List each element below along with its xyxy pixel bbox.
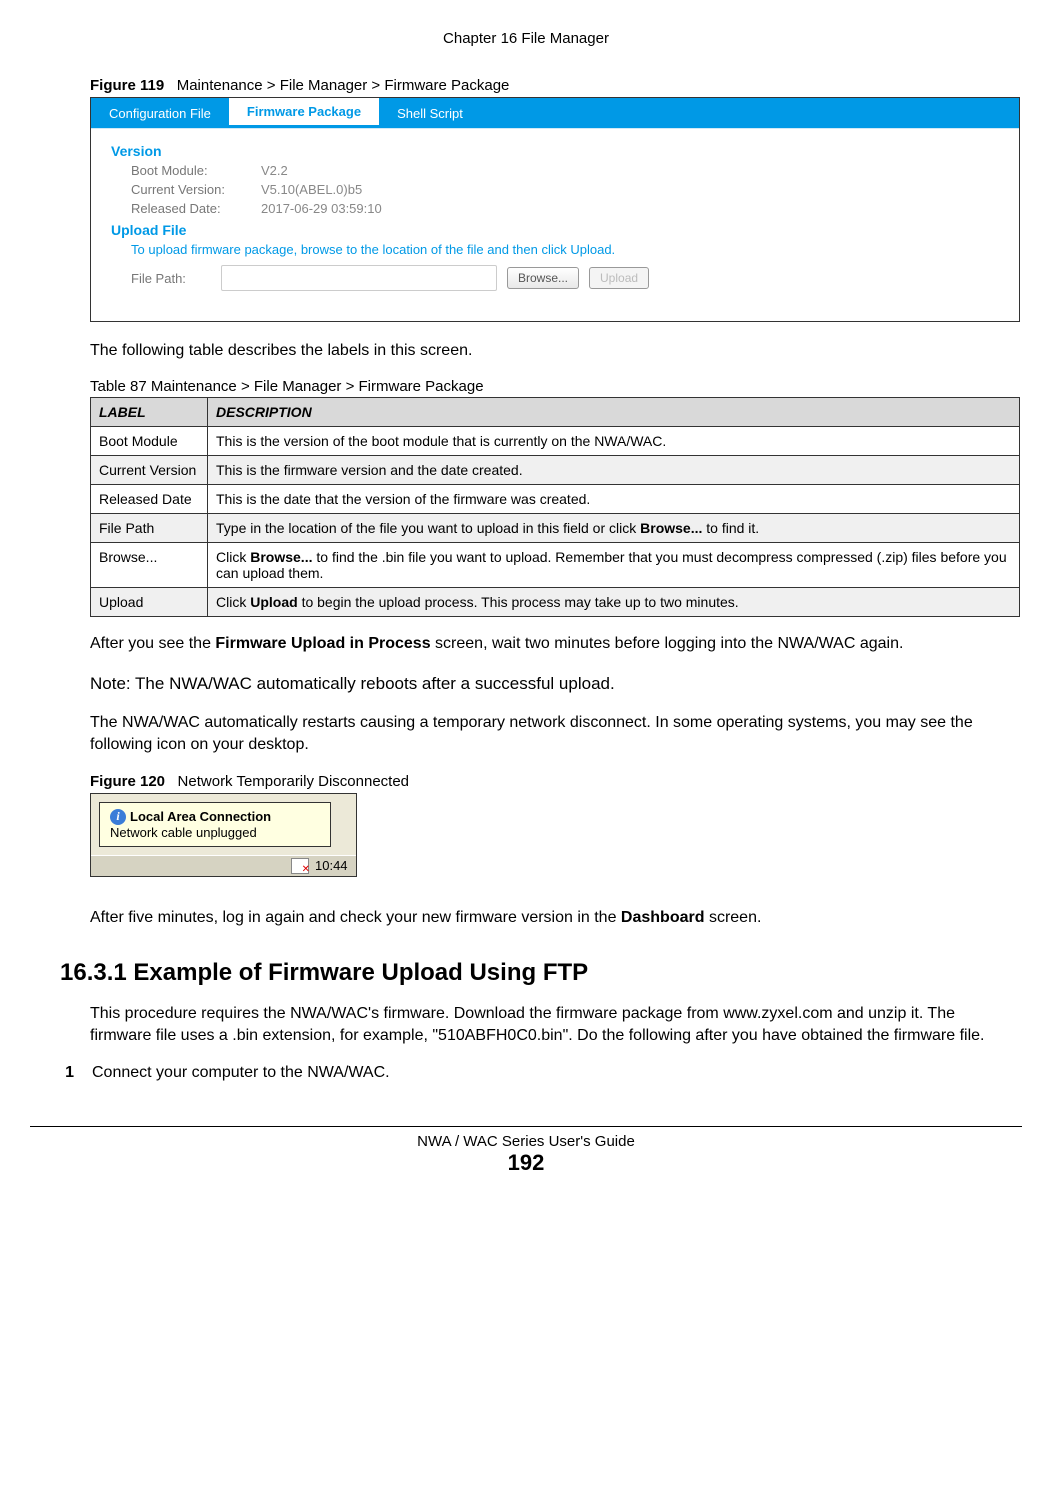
tab-firmware-package[interactable]: Firmware Package	[229, 98, 379, 128]
upload-button[interactable]: Upload	[589, 267, 649, 289]
table-row-desc: Click Upload to begin the upload process…	[208, 588, 1020, 617]
table-row-desc: Type in the location of the file you wan…	[208, 514, 1020, 543]
table-row-label: Upload	[91, 588, 208, 617]
footer-page-number: 192	[0, 1150, 1052, 1176]
boot-module-value: V2.2	[261, 163, 288, 178]
figure-119-caption: Figure 119 Maintenance > File Manager > …	[90, 77, 1020, 94]
balloon-title-text: Local Area Connection	[130, 809, 271, 824]
released-date-value: 2017-06-29 03:59:10	[261, 201, 382, 216]
figure-119-title: Maintenance > File Manager > Firmware Pa…	[177, 77, 510, 94]
upload-help-text: To upload firmware package, browse to th…	[131, 242, 999, 257]
tab-bar: Configuration File Firmware Package Shel…	[91, 98, 1019, 129]
table-row-desc: This is the date that the version of the…	[208, 485, 1020, 514]
table-row-label: Current Version	[91, 456, 208, 485]
table-row-label: Released Date	[91, 485, 208, 514]
upload-file-section-title: Upload File	[111, 222, 999, 238]
chapter-header: Chapter 16 File Manager	[30, 30, 1022, 47]
info-icon: i	[110, 809, 126, 825]
step-number: 1	[60, 1064, 74, 1082]
footer-divider	[30, 1126, 1022, 1127]
restart-paragraph: The NWA/WAC automatically restarts causi…	[90, 712, 1020, 757]
balloon-tooltip: i Local Area Connection Network cable un…	[99, 802, 331, 847]
boot-module-label: Boot Module:	[131, 163, 261, 178]
table-row-desc: This is the version of the boot module t…	[208, 427, 1020, 456]
taskbar-clock: 10:44	[315, 858, 348, 873]
figure-120-number: Figure 120	[90, 773, 165, 790]
table-header-description: DESCRIPTION	[208, 398, 1020, 427]
table-row-desc: Click Browse... to find the .bin file yo…	[208, 543, 1020, 588]
dashboard-check-paragraph: After five minutes, log in again and che…	[90, 907, 1020, 929]
step-text: Connect your computer to the NWA/WAC.	[92, 1064, 390, 1082]
step-1: 1 Connect your computer to the NWA/WAC.	[60, 1064, 1020, 1082]
file-path-label: File Path:	[131, 271, 211, 286]
footer-guide-title: NWA / WAC Series User's Guide	[0, 1133, 1052, 1150]
table-87: LABEL DESCRIPTION Boot Module This is th…	[90, 397, 1020, 617]
section-heading-ftp: 16.3.1 Example of Firmware Upload Using …	[60, 959, 1020, 987]
table-row-desc: This is the firmware version and the dat…	[208, 456, 1020, 485]
table-87-caption: Table 87 Maintenance > File Manager > Fi…	[90, 378, 1020, 395]
browse-button[interactable]: Browse...	[507, 267, 579, 289]
tab-shell-script[interactable]: Shell Script	[379, 98, 481, 128]
taskbar: 10:44	[91, 855, 356, 876]
intro-paragraph: The following table describes the labels…	[90, 340, 1020, 362]
table-header-label: LABEL	[91, 398, 208, 427]
network-icon	[291, 858, 309, 874]
balloon-message: Network cable unplugged	[110, 825, 320, 840]
table-row-label: File Path	[91, 514, 208, 543]
ftp-intro-paragraph: This procedure requires the NWA/WAC's fi…	[90, 1003, 1020, 1048]
figure-120-caption: Figure 120 Network Temporarily Disconnec…	[90, 773, 1020, 790]
current-version-value: V5.10(ABEL.0)b5	[261, 182, 362, 197]
after-upload-paragraph: After you see the Firmware Upload in Pro…	[90, 633, 1020, 655]
tab-configuration-file[interactable]: Configuration File	[91, 98, 229, 128]
firmware-package-screenshot: Configuration File Firmware Package Shel…	[90, 97, 1020, 322]
file-path-input[interactable]	[221, 265, 497, 291]
figure-120-title: Network Temporarily Disconnected	[178, 773, 409, 790]
figure-119-number: Figure 119	[90, 77, 164, 94]
released-date-label: Released Date:	[131, 201, 261, 216]
reboot-note: Note: The NWA/WAC automatically reboots …	[90, 674, 1020, 694]
table-row-label: Browse...	[91, 543, 208, 588]
version-section-title: Version	[111, 143, 999, 159]
network-disconnected-screenshot: i Local Area Connection Network cable un…	[90, 793, 357, 877]
table-row-label: Boot Module	[91, 427, 208, 456]
current-version-label: Current Version:	[131, 182, 261, 197]
